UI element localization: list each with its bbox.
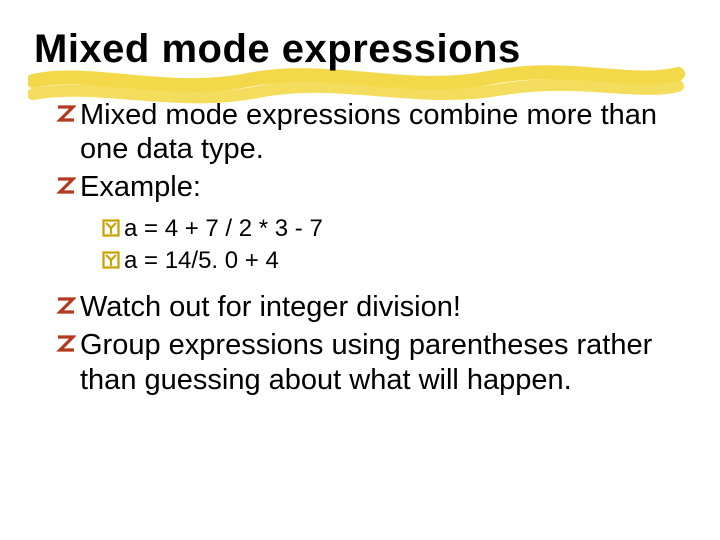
bullet-text: Example: [80, 170, 201, 204]
list-item: Group expressions using parentheses rath… [56, 328, 686, 396]
list-item: Watch out for integer division! [56, 290, 686, 324]
slide: Mixed mode expressions Mixed mode expres… [0, 0, 720, 421]
z-bullet-icon [56, 334, 76, 354]
z-bullet-icon [56, 176, 76, 196]
z-bullet-icon [56, 296, 76, 316]
bullet-text: Mixed mode expressions combine more than… [80, 98, 686, 166]
bullet-text: Group expressions using parentheses rath… [80, 328, 686, 396]
title-block: Mixed mode expressions [34, 28, 686, 70]
list-item: Mixed mode expressions combine more than… [56, 98, 686, 166]
list-item: Example: [56, 170, 686, 204]
list-item: a = 14/5. 0 + 4 [102, 247, 686, 276]
z-bullet-icon [56, 104, 76, 124]
y-bullet-icon [102, 219, 120, 237]
sub-bullet-text: a = 4 + 7 / 2 * 3 - 7 [124, 215, 323, 244]
sub-bullet-text: a = 14/5. 0 + 4 [124, 247, 279, 276]
list-item: a = 4 + 7 / 2 * 3 - 7 [102, 215, 686, 244]
page-title: Mixed mode expressions [34, 28, 686, 70]
bullet-text: Watch out for integer division! [80, 290, 461, 324]
content: Mixed mode expressions combine more than… [34, 98, 686, 397]
sub-list: a = 4 + 7 / 2 * 3 - 7 a = 14/5. 0 + 4 [34, 215, 686, 277]
y-bullet-icon [102, 251, 120, 269]
